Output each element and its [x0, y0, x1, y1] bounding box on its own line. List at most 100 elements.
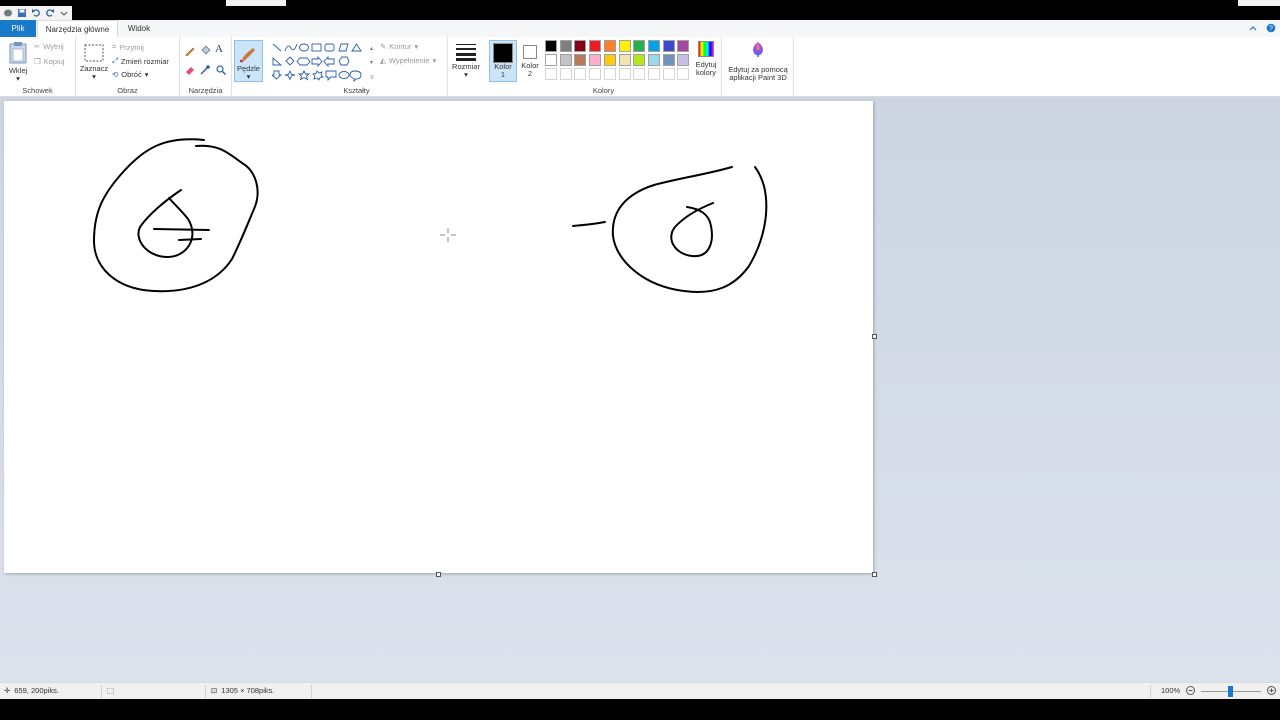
palette-swatch[interactable]	[647, 54, 660, 66]
palette-swatch[interactable]	[559, 54, 572, 66]
palette-swatch[interactable]	[574, 40, 587, 52]
svg-text:?: ?	[1269, 26, 1273, 33]
palette-swatch-empty[interactable]	[559, 68, 572, 80]
tab-file[interactable]: Plik	[0, 20, 36, 37]
brush-icon	[239, 48, 255, 63]
help-icon[interactable]: ?	[1266, 23, 1276, 33]
status-separator	[205, 685, 206, 698]
select-rectangle-icon	[84, 44, 104, 62]
selection-icon: ⬚	[107, 686, 115, 695]
palette-swatch[interactable]	[677, 40, 690, 52]
chevron-down-icon: ▾	[16, 74, 20, 83]
quick-access-toolbar	[0, 6, 72, 20]
palette-swatch-empty[interactable]	[603, 68, 616, 80]
crosshair-cursor-icon	[440, 228, 456, 242]
resize-handle-corner[interactable]	[872, 572, 877, 577]
color-picker-icon[interactable]	[199, 64, 211, 78]
palette-swatch[interactable]	[618, 40, 631, 52]
svg-text:▴: ▴	[370, 46, 373, 52]
palette-swatch[interactable]	[559, 40, 572, 52]
shapes-gallery[interactable]: ▴ ▾ ≡	[272, 42, 376, 82]
color2-button[interactable]: Kolor 2	[518, 41, 542, 78]
drawing-stroke-left-line-2	[178, 238, 202, 241]
group-label-shapes: Kształty	[343, 86, 370, 95]
size-button[interactable]: Rozmiar ▾	[450, 41, 482, 79]
tab-view[interactable]: Widok	[121, 20, 157, 37]
pencil-icon[interactable]	[184, 45, 196, 59]
collapse-ribbon-icon[interactable]	[1248, 23, 1258, 33]
chevron-down-icon: ▾	[144, 70, 149, 79]
text-tool-icon[interactable]: A	[215, 43, 223, 55]
palette-swatch[interactable]	[589, 54, 602, 66]
palette-swatch-empty[interactable]	[633, 68, 646, 80]
copy-icon: ❐	[34, 57, 41, 66]
palette-swatch[interactable]	[633, 54, 646, 66]
palette-swatch-empty[interactable]	[618, 68, 631, 80]
palette-swatch[interactable]	[662, 54, 675, 66]
drawing-stroke-right-inner	[670, 202, 714, 258]
fill-bucket-icon[interactable]	[199, 45, 211, 59]
paint-app-icon[interactable]	[3, 8, 13, 18]
outline-button[interactable]: ✎ Kontur ▾	[380, 42, 418, 51]
group-image: Zaznacz ▾ ⌗ Przytnij ⤢ Zmień rozmiar ⟲ O…	[76, 37, 180, 97]
palette-swatch[interactable]	[603, 54, 616, 66]
palette-swatch-empty[interactable]	[589, 68, 602, 80]
edit-colors-button[interactable]: Edytuj kolory	[692, 41, 720, 77]
palette-swatch-empty[interactable]	[545, 68, 557, 80]
cursor-position: ✛ 659, 200piks.	[4, 686, 59, 695]
copy-button[interactable]: ❐ Kopiuj	[34, 57, 65, 66]
palette-swatch[interactable]	[647, 40, 660, 52]
palette-swatch-empty[interactable]	[574, 68, 587, 80]
palette-swatch[interactable]	[603, 40, 616, 52]
palette-swatch[interactable]	[589, 40, 602, 52]
customize-qat-icon[interactable]	[59, 8, 69, 18]
eraser-icon[interactable]	[184, 64, 196, 78]
workspace	[0, 97, 1280, 682]
crop-label: Przytnij	[119, 42, 144, 52]
palette-swatch[interactable]	[545, 54, 557, 66]
palette-swatch-empty[interactable]	[647, 68, 660, 80]
paste-button[interactable]: Wklej ▾	[4, 41, 32, 83]
drawing-stroke-left-line-1	[153, 228, 210, 231]
brushes-button[interactable]: Pędzle ▾	[234, 40, 263, 82]
fill-button[interactable]: ◭ Wypełnienie ▾	[380, 56, 436, 65]
zoom-slider-thumb[interactable]	[1228, 686, 1233, 697]
cut-button[interactable]: ✂ Wytnij	[34, 42, 64, 51]
magnifier-icon[interactable]	[215, 64, 227, 78]
select-button[interactable]: Zaznacz ▾	[78, 43, 110, 81]
crop-icon: ⌗	[112, 42, 117, 51]
redo-icon[interactable]	[45, 8, 55, 18]
edit-with-paint3d-button[interactable]: Edytuj za pomocą aplikacji Paint 3D	[724, 41, 792, 82]
resize-handle-bottom[interactable]	[436, 572, 441, 577]
group-shapes: ▴ ▾ ≡ ✎ Kontur ▾ ◭ Wypełnienie ▾ Kształt…	[266, 37, 448, 97]
palette-swatch[interactable]	[545, 40, 557, 52]
color1-button[interactable]: Kolor 1	[489, 40, 517, 82]
palette-swatch[interactable]	[633, 40, 646, 52]
zoom-in-button[interactable]	[1267, 686, 1276, 695]
paste-icon	[9, 42, 27, 64]
rotate-button[interactable]: ⟲ Obróć ▾	[112, 70, 149, 79]
resize-handle-right[interactable]	[872, 334, 877, 339]
window-controls[interactable]	[1238, 0, 1280, 6]
resize-button[interactable]: ⤢ Zmień rozmiar	[112, 56, 169, 66]
palette-swatch[interactable]	[662, 40, 675, 52]
palette-swatch[interactable]	[677, 54, 690, 66]
cursor-position-value: 659, 200piks.	[14, 686, 59, 695]
palette-swatch-empty[interactable]	[662, 68, 675, 80]
status-separator	[1150, 685, 1151, 698]
taskbar-area	[0, 699, 1280, 720]
undo-icon[interactable]	[31, 8, 41, 18]
palette-swatch[interactable]	[574, 54, 587, 66]
svg-text:▾: ▾	[370, 60, 373, 66]
crop-button[interactable]: ⌗ Przytnij	[112, 42, 144, 52]
scissors-icon: ✂	[34, 42, 41, 51]
tab-home[interactable]: Narzędzia główne	[37, 20, 118, 37]
drawing-canvas[interactable]	[4, 101, 873, 573]
outline-label: Kontur	[389, 42, 412, 51]
palette-swatch-empty[interactable]	[677, 68, 690, 80]
zoom-out-button[interactable]	[1186, 686, 1195, 695]
image-size-icon: ⊡	[211, 686, 218, 695]
cursor-position-icon: ✛	[4, 686, 11, 695]
palette-swatch[interactable]	[618, 54, 631, 66]
save-icon[interactable]	[17, 8, 27, 18]
